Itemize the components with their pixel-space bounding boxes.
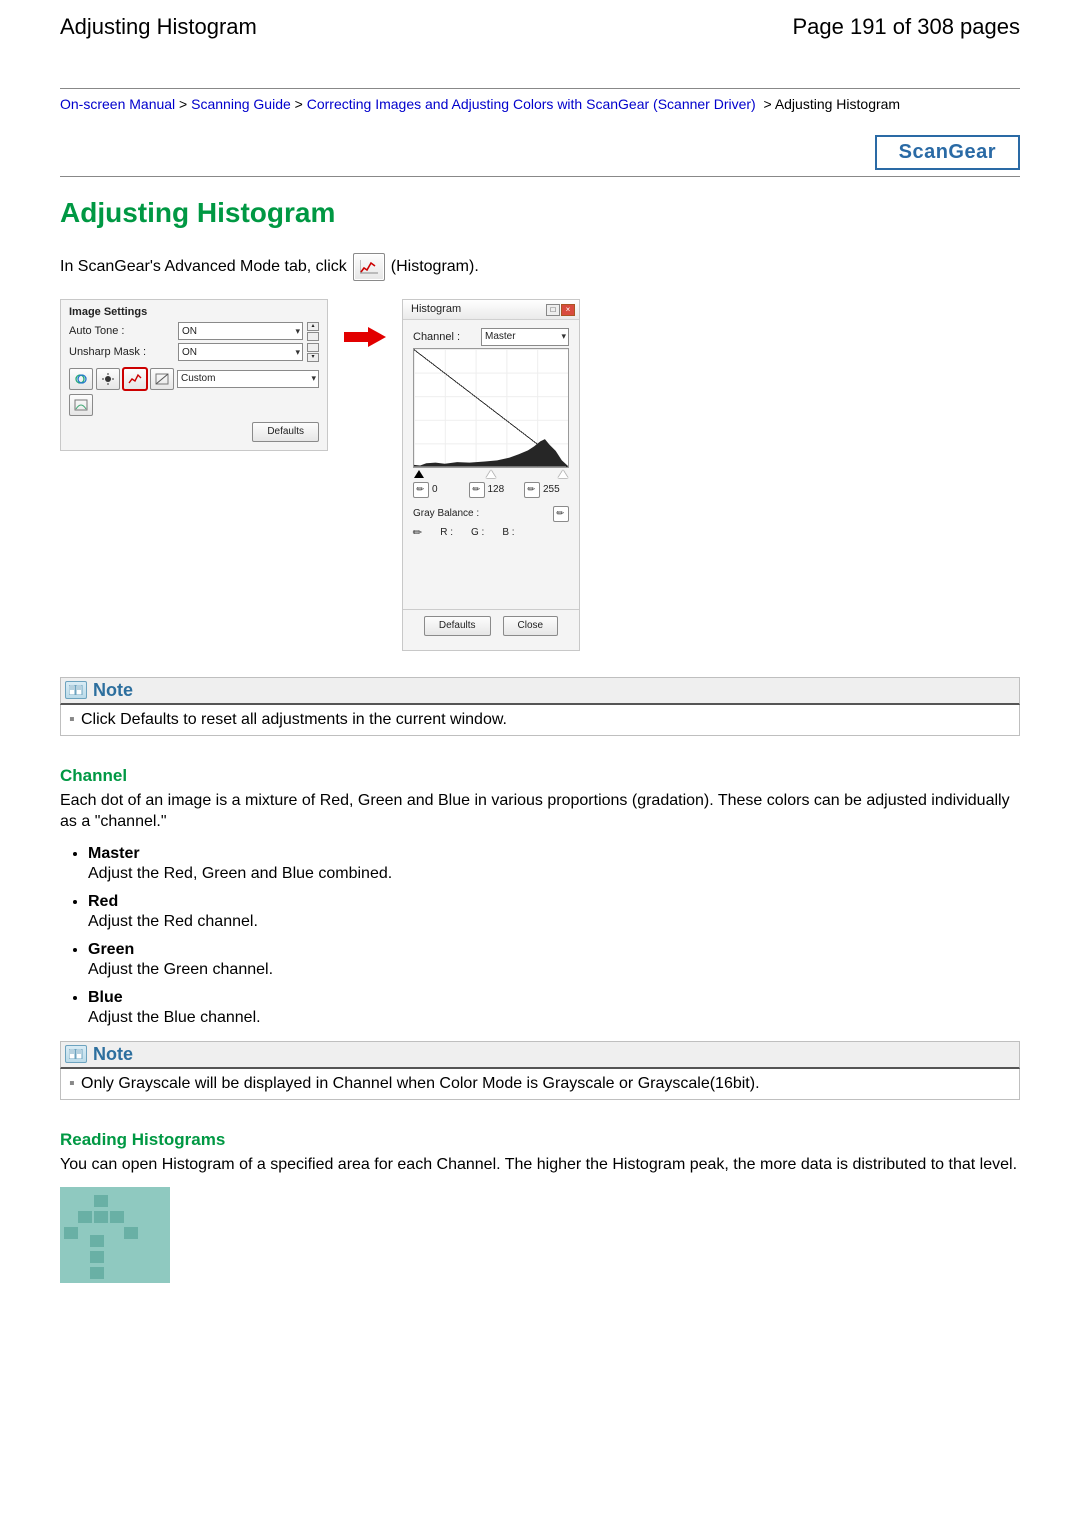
breadcrumb-sep: > [291, 96, 307, 112]
channel-heading: Channel [60, 766, 1020, 786]
page-counter: Page 191 of 308 pages [792, 14, 1020, 40]
header-title: Adjusting Histogram [60, 14, 257, 40]
page-header: Adjusting Histogram Page 191 of 308 page… [60, 14, 1020, 48]
note-box: Note Only Grayscale will be displayed in… [60, 1041, 1020, 1100]
saturation-tool-button[interactable] [69, 368, 93, 390]
channel-item-desc: Adjust the Red channel. [88, 913, 1020, 931]
channel-dropdown[interactable]: Master [481, 328, 569, 346]
final-review-tool-button[interactable] [69, 394, 93, 416]
histogram-plot [413, 348, 569, 468]
shadow-value: 0 [432, 484, 458, 495]
intro-line: In ScanGear's Advanced Mode tab, click (… [60, 253, 1020, 281]
tone-curve-tool-button[interactable] [150, 368, 174, 390]
page-title: Adjusting Histogram [60, 197, 1020, 229]
auto-tone-value: ON [182, 326, 197, 337]
breadcrumb-link-correcting[interactable]: Correcting Images and Adjusting Colors w… [307, 96, 756, 112]
shadow-slider-icon[interactable] [414, 470, 424, 478]
list-item: Master Adjust the Red, Green and Blue com… [88, 845, 1020, 883]
list-item: Green Adjust the Green channel. [88, 941, 1020, 979]
breadcrumb: On-screen Manual > Scanning Guide > Corr… [60, 95, 1020, 115]
auto-tone-label: Auto Tone : [69, 325, 174, 337]
window-buttons: □× [545, 303, 575, 316]
scroll-spinner[interactable]: ▾ [307, 343, 319, 362]
screenshots-row: Image Settings Auto Tone : ON ▴ Unsharp … [60, 299, 1020, 651]
reading-heading: Reading Histograms [60, 1130, 1020, 1150]
list-item: Red Adjust the Red channel. [88, 893, 1020, 931]
histogram-dialog: Histogram □× Channel : Master [402, 299, 580, 651]
eyedropper-icon: ✎ [525, 483, 538, 496]
maximize-icon[interactable]: □ [546, 304, 560, 316]
intro-post: (Histogram). [391, 258, 479, 276]
auto-tone-dropdown[interactable]: ON [178, 322, 303, 340]
brightness-tool-button[interactable] [96, 368, 120, 390]
channel-item-title: Master [88, 845, 1020, 863]
histogram-dialog-title: Histogram [411, 303, 461, 315]
scangear-badge: ScanGear [875, 135, 1020, 170]
gray-balance-eyedropper-button[interactable]: ✎ [553, 506, 569, 522]
eyedropper-icon: ✎ [414, 483, 427, 496]
channel-item-title: Green [88, 941, 1020, 959]
channel-list: Master Adjust the Red, Green and Blue com… [88, 845, 1020, 1027]
histogram-tool-button[interactable] [123, 368, 147, 390]
eyedropper-icon: ✎ [410, 524, 426, 540]
r-label: R : [440, 527, 453, 538]
custom-dropdown[interactable]: Custom [177, 370, 319, 388]
sample-image-thumb [60, 1187, 170, 1283]
note-icon [65, 1045, 87, 1063]
unsharp-mask-label: Unsharp Mask : [69, 346, 174, 358]
channel-item-title: Red [88, 893, 1020, 911]
brand-row: ScanGear [60, 115, 1020, 177]
arrow-icon [344, 327, 386, 347]
unsharp-mask-dropdown[interactable]: ON [178, 343, 303, 361]
channel-label: Channel : [413, 331, 460, 343]
channel-item-desc: Adjust the Blue channel. [88, 1009, 1020, 1027]
list-item: Blue Adjust the Blue channel. [88, 989, 1020, 1027]
note-label: Note [93, 680, 133, 701]
note-text: Only Grayscale will be displayed in Chan… [81, 1075, 1011, 1093]
histogram-icon [360, 260, 378, 274]
midtone-eyedropper-button[interactable]: ✎ [469, 482, 485, 498]
scroll-spinner[interactable]: ▴ [307, 322, 319, 341]
histogram-toolbar-icon [353, 253, 385, 281]
b-label: B : [502, 527, 514, 538]
note-icon [65, 681, 87, 699]
breadcrumb-sep: > [760, 96, 775, 112]
channel-item-title: Blue [88, 989, 1020, 1007]
image-settings-panel: Image Settings Auto Tone : ON ▴ Unsharp … [60, 299, 328, 451]
close-icon[interactable]: × [561, 304, 575, 316]
histogram-defaults-button[interactable]: Defaults [424, 616, 491, 636]
custom-value: Custom [181, 373, 215, 384]
breadcrumb-link-manual[interactable]: On-screen Manual [60, 96, 175, 112]
image-settings-defaults-button[interactable]: Defaults [252, 422, 319, 442]
channel-item-desc: Adjust the Red, Green and Blue combined. [88, 865, 1020, 883]
channel-intro: Each dot of an image is a mixture of Red… [60, 790, 1020, 833]
breadcrumb-link-scanning-guide[interactable]: Scanning Guide [191, 96, 291, 112]
histogram-close-button[interactable]: Close [503, 616, 559, 636]
highlight-eyedropper-button[interactable]: ✎ [524, 482, 540, 498]
eyedropper-icon: ✎ [554, 507, 567, 520]
channel-value: Master [485, 331, 516, 342]
breadcrumb-sep: > [175, 96, 191, 112]
note-label: Note [93, 1044, 133, 1065]
note-box: Note Click Defaults to reset all adjustm… [60, 677, 1020, 736]
g-label: G : [471, 527, 484, 538]
reading-intro: You can open Histogram of a specified ar… [60, 1154, 1020, 1176]
note-text: Click Defaults to reset all adjustments … [81, 711, 1011, 729]
content-area: On-screen Manual > Scanning Guide > Corr… [60, 88, 1020, 1283]
gray-balance-label: Gray Balance : [413, 508, 479, 519]
midtone-value: 128 [488, 484, 514, 495]
shadow-eyedropper-button[interactable]: ✎ [413, 482, 429, 498]
channel-item-desc: Adjust the Green channel. [88, 961, 1020, 979]
highlight-value: 255 [543, 484, 569, 495]
intro-pre: In ScanGear's Advanced Mode tab, click [60, 258, 347, 276]
unsharp-mask-value: ON [182, 347, 197, 358]
highlight-slider-icon[interactable] [558, 470, 568, 478]
slider-triangles[interactable] [413, 470, 569, 478]
eyedropper-icon: ✎ [470, 483, 483, 496]
image-settings-title: Image Settings [69, 306, 319, 318]
midtone-slider-icon[interactable] [486, 470, 496, 478]
breadcrumb-current: Adjusting Histogram [775, 96, 900, 112]
